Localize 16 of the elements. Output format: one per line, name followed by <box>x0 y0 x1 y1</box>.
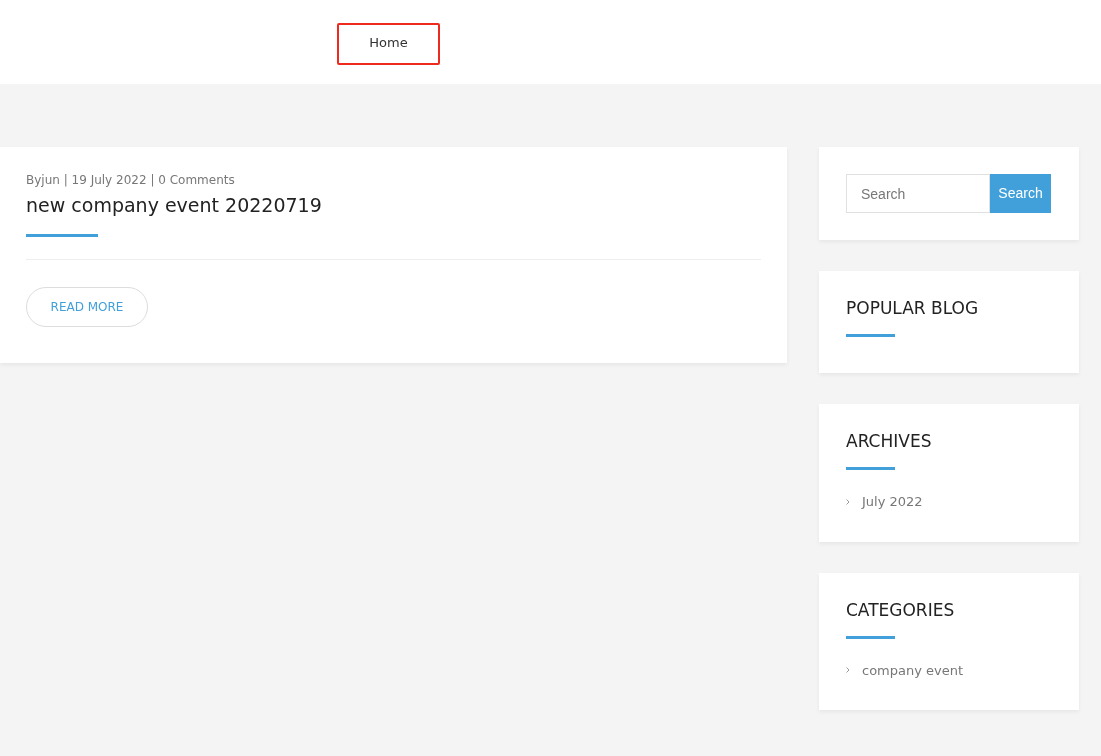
title-underline <box>846 467 895 470</box>
nav-link[interactable]: Home <box>337 23 440 65</box>
widget-title: ARCHIVES <box>846 430 933 452</box>
post-title[interactable]: new company event 20220719 <box>26 192 761 218</box>
sidebar-link[interactable]: company event <box>862 660 964 680</box>
title-underline <box>26 234 98 237</box>
sidebar-link[interactable]: July 2022 <box>862 492 923 512</box>
chevron-icon <box>846 667 850 674</box>
widget-title: POPULAR BLOG <box>846 297 980 319</box>
search-field[interactable]: Search <box>846 174 990 213</box>
search-button[interactable]: Search <box>990 174 1051 213</box>
widget-title: CATEGORIES <box>846 598 956 621</box>
post-meta: Byjun | 19 July 2022 | 0 Comments <box>26 172 236 188</box>
chevron-icon <box>846 498 850 505</box>
title-underline <box>846 635 895 639</box>
title-underline <box>846 334 895 337</box>
